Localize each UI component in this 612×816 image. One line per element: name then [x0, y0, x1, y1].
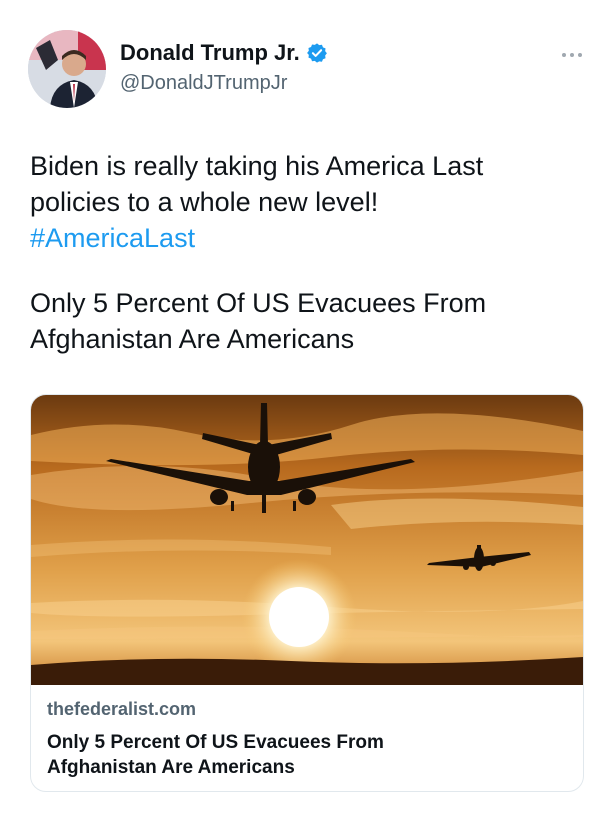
author-handle[interactable]: @DonaldJTrumpJr: [120, 72, 328, 95]
card-title-line: Afghanistan Are Americans: [47, 757, 295, 778]
tweet-header: Donald Trump Jr. @DonaldJTrumpJr: [28, 30, 588, 110]
hashtag-link[interactable]: #AmericaLast: [30, 220, 590, 256]
card-title: Only 5 Percent Of US Evacuees From Afgha…: [47, 730, 567, 780]
tweet-headline-line: Afghanistan Are Americans: [30, 324, 355, 354]
tweet-text-line: policies to a whole new level!: [30, 187, 379, 217]
airplanes-sunset-photo-icon: [31, 395, 583, 685]
tweet-text-line: Biden is really taking his America Last: [30, 151, 484, 181]
verified-badge-icon: [306, 43, 327, 63]
author-info: Donald Trump Jr. @DonaldJTrumpJr: [120, 40, 328, 95]
link-preview-card[interactable]: thefederalist.com Only 5 Percent Of US E…: [30, 394, 584, 792]
tweet-text: Biden is really taking his America Last …: [30, 148, 590, 256]
card-domain: thefederalist.com: [47, 699, 197, 719]
tweet-headline-line: Only 5 Percent Of US Evacuees From: [30, 288, 487, 318]
card-body: thefederalist.com Only 5 Percent Of US E…: [47, 699, 567, 780]
author-display-name[interactable]: Donald Trump Jr.: [120, 40, 300, 66]
profile-photo-icon: [28, 30, 106, 108]
more-options-icon[interactable]: [562, 44, 588, 57]
avatar[interactable]: [28, 30, 106, 108]
tweet-headline: Only 5 Percent Of US Evacuees From Afgha…: [30, 285, 590, 357]
card-title-line: Only 5 Percent Of US Evacuees From: [47, 732, 384, 753]
